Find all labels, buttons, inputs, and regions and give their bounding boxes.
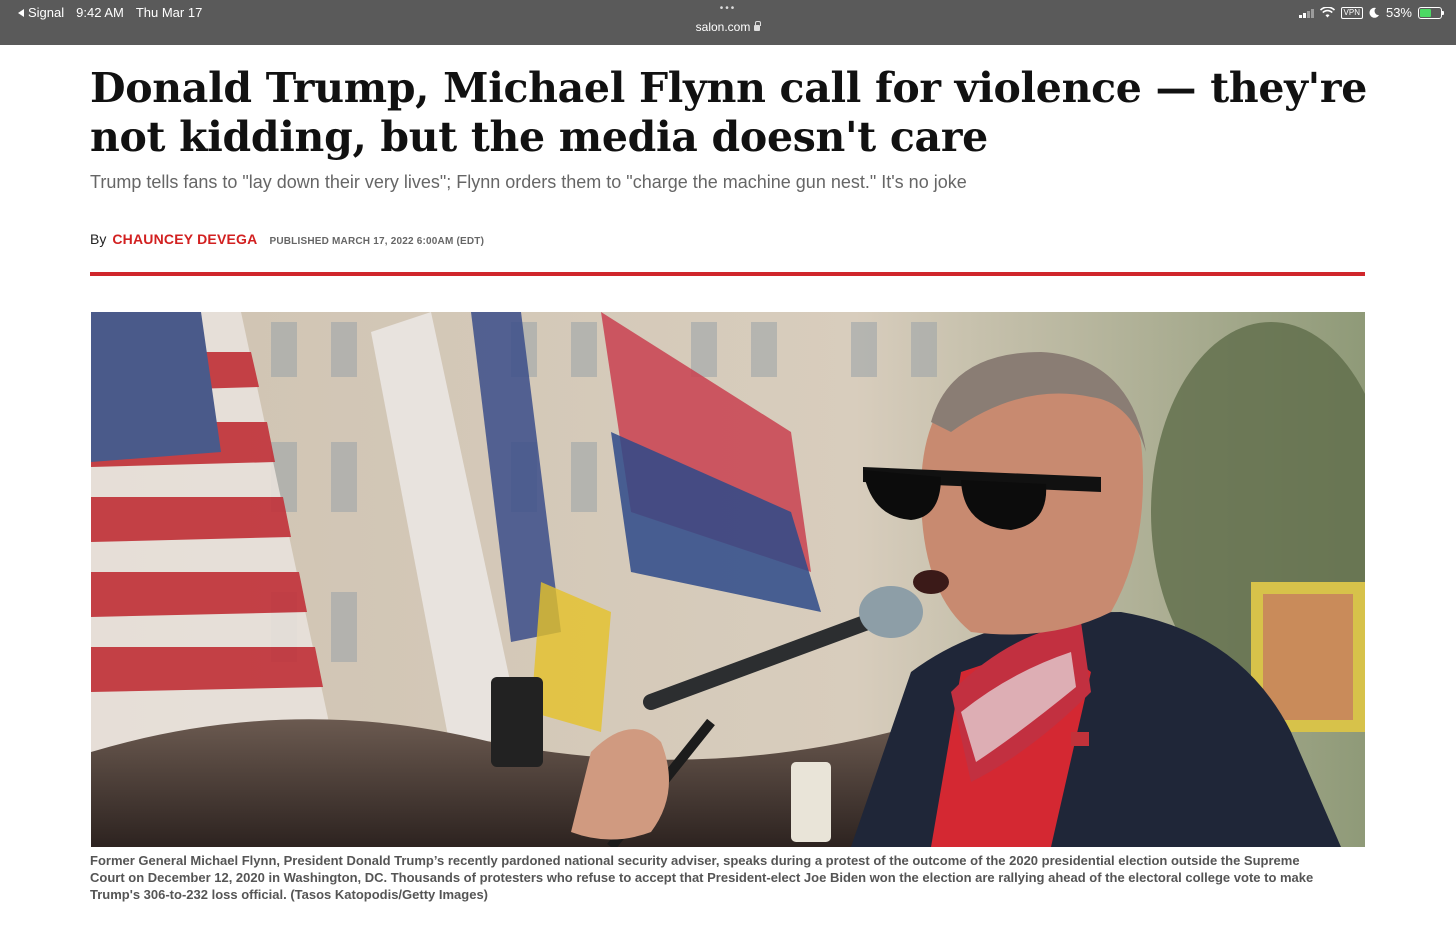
cellular-signal-icon [1298,8,1314,18]
multitasking-dots-icon[interactable]: ••• [0,4,1456,14]
battery-fill [1420,8,1431,17]
byline-prefix: By [90,231,107,247]
battery-icon [1418,6,1444,19]
article-subheadline: Trump tells fans to "lay down their very… [90,172,967,192]
article-headline: Donald Trump, Michael Flynn call for vio… [90,64,1367,161]
address-bar[interactable]: salon.com [695,20,762,34]
battery-percent: 53% [1385,5,1412,20]
published-date: PUBLISHED MARCH 17, 2022 6:00AM (EDT) [269,236,485,247]
do-not-disturb-moon-icon [1369,7,1379,18]
byline: By CHAUNCEY DEVEGA PUBLISHED MARCH 17, 2… [90,231,484,247]
lock-icon [754,21,762,31]
section-divider [90,272,1365,276]
vpn-badge: VPN [1340,6,1363,19]
url-text: salon.com [695,20,751,34]
wifi-icon [1319,7,1335,18]
status-bar: Signal 9:42 AM Thu Mar 17 ••• salon.com … [0,0,1456,45]
photo-caption: Former General Michael Flynn, President … [90,853,1314,902]
hero-photo [91,312,1365,847]
author-link[interactable]: CHAUNCEY DEVEGA [112,231,257,247]
